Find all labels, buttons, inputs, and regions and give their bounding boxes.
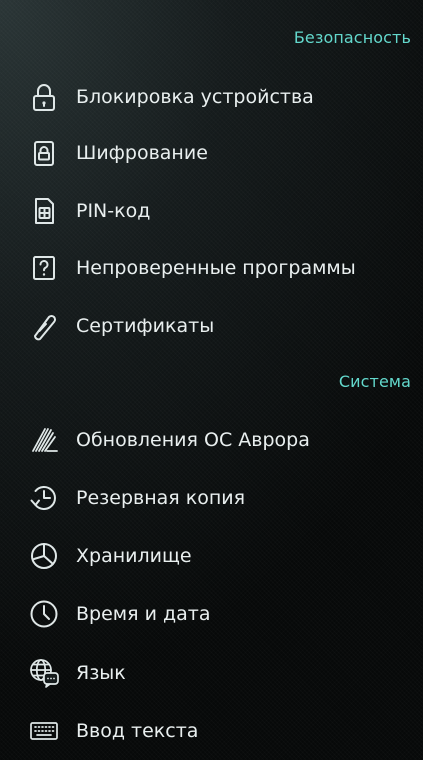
clock-icon: [24, 594, 64, 634]
settings-item-label: Резервная копия: [76, 487, 246, 509]
settings-item-device-lock[interactable]: Блокировка устройства: [24, 74, 414, 120]
keyboard-icon: [24, 711, 64, 751]
settings-item-label: Обновления ОС Аврора: [76, 429, 310, 451]
settings-item-certificates[interactable]: Сертификаты: [24, 303, 414, 349]
settings-item-label: Сертификаты: [76, 315, 215, 337]
encryption-lock-icon: [24, 133, 64, 173]
settings-item-unverified-apps[interactable]: Непроверенные программы: [24, 245, 414, 291]
settings-item-text-input[interactable]: Ввод текста: [24, 708, 414, 754]
settings-item-label: PIN-код: [76, 200, 151, 222]
settings-item-label: Непроверенные программы: [76, 257, 356, 279]
settings-item-os-updates[interactable]: Обновления ОС Аврора: [24, 417, 414, 463]
settings-item-label: Шифрование: [76, 142, 208, 164]
aurora-logo-icon: [24, 420, 64, 460]
settings-item-storage[interactable]: Хранилище: [24, 533, 414, 579]
globe-chat-icon: [24, 653, 64, 693]
certificate-link-icon: [24, 306, 64, 346]
settings-item-label: Язык: [76, 662, 126, 684]
settings-item-label: Время и дата: [76, 603, 211, 625]
settings-item-label: Блокировка устройства: [76, 86, 314, 108]
settings-item-label: Ввод текста: [76, 720, 199, 742]
settings-item-language[interactable]: Язык: [24, 650, 414, 696]
settings-item-encryption[interactable]: Шифрование: [24, 130, 414, 176]
sim-card-icon: [24, 191, 64, 231]
backup-clock-icon: [24, 478, 64, 518]
settings-item-backup[interactable]: Резервная копия: [24, 475, 414, 521]
settings-item-label: Хранилище: [76, 545, 192, 567]
question-mark-icon: [24, 248, 64, 288]
section-header-system: Система: [338, 372, 411, 391]
storage-pie-icon: [24, 536, 64, 576]
lock-icon: [24, 77, 64, 117]
section-header-security: Безопасность: [293, 28, 411, 47]
settings-item-time-date[interactable]: Время и дата: [24, 591, 414, 637]
settings-item-pin-code[interactable]: PIN-код: [24, 188, 414, 234]
settings-screen: Безопасность Блокировка устройства Шифро…: [0, 0, 423, 760]
